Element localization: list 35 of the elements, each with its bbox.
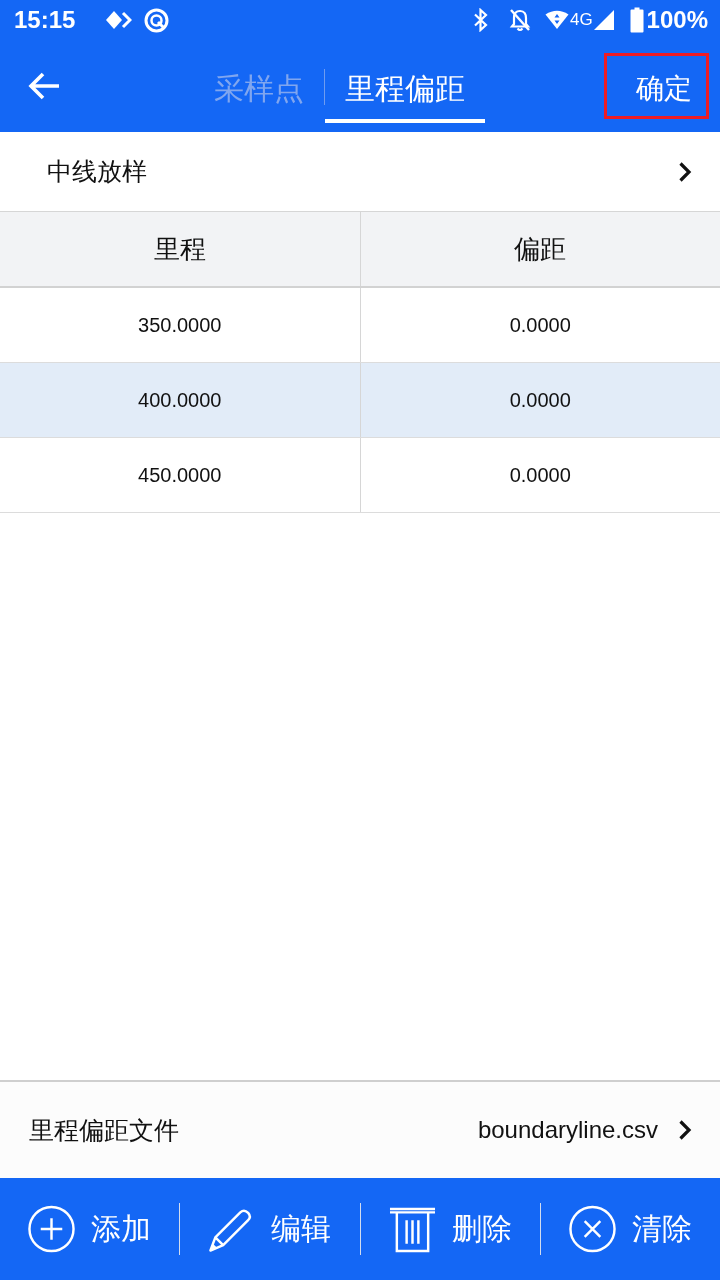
diamond-chevron-icon bbox=[105, 10, 133, 30]
back-arrow-icon[interactable] bbox=[27, 71, 61, 101]
plus-circle-icon bbox=[28, 1205, 76, 1253]
network-type: 4G bbox=[569, 10, 593, 30]
toolbar-button[interactable]: 删除 bbox=[360, 1178, 540, 1280]
chevron-right-icon bbox=[678, 1119, 692, 1141]
confirm-button[interactable]: 确定 bbox=[604, 53, 709, 119]
battery-icon bbox=[629, 7, 644, 33]
column-header: 偏距 bbox=[514, 232, 567, 266]
ring-icon bbox=[144, 7, 170, 33]
column-header: 里程 bbox=[153, 232, 206, 266]
bluetooth-icon bbox=[472, 8, 489, 32]
bell-off-icon bbox=[508, 8, 531, 32]
offset-value: 0.0000 bbox=[509, 313, 571, 337]
table-row[interactable]: 450.0000 0.0000 bbox=[0, 438, 720, 513]
file-label: 里程偏距文件 bbox=[29, 1114, 179, 1146]
trash-icon bbox=[388, 1205, 436, 1253]
offset-value: 0.0000 bbox=[509, 463, 571, 487]
clock-time: 15:15 bbox=[14, 6, 76, 34]
toolbar-button[interactable]: 编辑 bbox=[180, 1178, 360, 1280]
signal-icon bbox=[592, 9, 615, 31]
toolbar-button[interactable]: 添加 bbox=[0, 1178, 180, 1280]
chainage-value: 450.0000 bbox=[138, 463, 222, 487]
tab[interactable]: 里程偏距 bbox=[324, 43, 485, 123]
chainage-value: 350.0000 bbox=[138, 313, 222, 337]
close-circle-icon bbox=[568, 1205, 616, 1253]
battery-percent: 100% bbox=[646, 6, 708, 34]
toolbar-button[interactable]: 清除 bbox=[540, 1178, 720, 1280]
file-name: boundaryline.csv bbox=[477, 1116, 658, 1144]
table-row[interactable]: 350.0000 0.0000 bbox=[0, 288, 720, 363]
chainage-value: 400.0000 bbox=[138, 388, 222, 412]
chevron-right-icon bbox=[678, 160, 692, 183]
wifi-icon bbox=[544, 10, 569, 30]
offset-value: 0.0000 bbox=[509, 388, 571, 412]
table-row[interactable]: 400.0000 0.0000 bbox=[0, 363, 720, 438]
